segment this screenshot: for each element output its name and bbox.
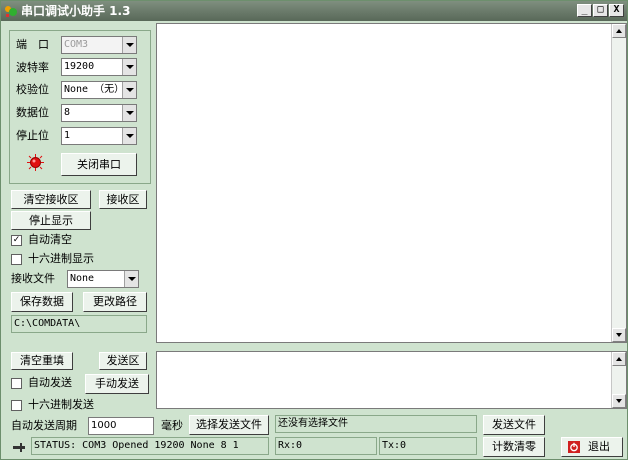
manual-send-button[interactable]: 手动发送 xyxy=(85,374,149,394)
app-icon xyxy=(5,6,17,17)
reset-count-button[interactable]: 计数清零 xyxy=(483,437,545,457)
exit-button[interactable]: 退出 xyxy=(561,437,623,457)
scroll-up-icon[interactable] xyxy=(612,24,626,38)
port-select-value: COM3 xyxy=(64,39,89,50)
close-button[interactable]: X xyxy=(609,4,624,17)
receive-area-label: 接收区 xyxy=(99,190,147,209)
rx-count: Rx:0 xyxy=(275,437,377,455)
status-text: STATUS: COM3 Opened 19200 None 8 1 xyxy=(31,437,269,455)
ms-label: 毫秒 xyxy=(161,419,183,432)
close-port-button[interactable]: 关闭串口 xyxy=(61,153,137,176)
exit-label: 退出 xyxy=(588,440,610,453)
minimize-button[interactable]: _ xyxy=(577,4,592,17)
parity-label: 校验位 xyxy=(16,83,49,96)
parity-select[interactable]: None （无） xyxy=(61,81,137,99)
hex-send-checkbox[interactable] xyxy=(11,400,22,411)
auto-clear-label: 自动清空 xyxy=(28,233,72,246)
stopbits-select-value: 1 xyxy=(64,130,71,141)
send-scrollbar[interactable] xyxy=(611,352,626,408)
port-select[interactable]: COM3 xyxy=(61,36,137,54)
tx-count: Tx:0 xyxy=(379,437,477,455)
hex-send-label: 十六进制发送 xyxy=(28,398,94,411)
pin-icon xyxy=(13,443,25,452)
databits-select-value: 8 xyxy=(64,107,71,118)
scroll-down-icon[interactable] xyxy=(612,328,626,342)
send-textarea[interactable] xyxy=(156,351,627,409)
port-label: 端 口 xyxy=(16,38,49,51)
choose-send-file-button[interactable]: 选择发送文件 xyxy=(189,415,269,435)
receive-scrollbar[interactable] xyxy=(611,24,626,342)
baud-label: 波特率 xyxy=(16,61,49,74)
scroll-down-icon[interactable] xyxy=(612,394,626,408)
parity-select-value: None （无） xyxy=(64,84,125,95)
send-area-label: 发送区 xyxy=(99,352,147,370)
chevron-down-icon[interactable] xyxy=(122,59,136,75)
databits-select[interactable]: 8 xyxy=(61,104,137,122)
chevron-down-icon[interactable] xyxy=(124,271,138,287)
app-window: 串口调试小助手 1.3 _ □ X 端 口 COM3 波特率 19200 校验位… xyxy=(0,0,628,460)
save-path-display: C:\COMDATA\ xyxy=(11,315,147,333)
receive-file-label: 接收文件 xyxy=(11,272,55,285)
clear-receive-button[interactable]: 清空接收区 xyxy=(11,190,91,209)
scroll-up-icon[interactable] xyxy=(612,352,626,366)
databits-label: 数据位 xyxy=(16,106,49,119)
send-period-label: 自动发送周期 xyxy=(11,419,77,432)
power-icon xyxy=(568,441,580,453)
send-file-status: 还没有选择文件 xyxy=(275,415,477,433)
auto-send-checkbox[interactable] xyxy=(11,378,22,389)
receive-file-select[interactable]: None xyxy=(67,270,139,288)
stopbits-select[interactable]: 1 xyxy=(61,127,137,145)
change-path-button[interactable]: 更改路径 xyxy=(83,292,147,312)
baud-select-value: 19200 xyxy=(64,61,95,72)
chevron-down-icon[interactable] xyxy=(122,105,136,121)
chevron-down-icon[interactable] xyxy=(122,37,136,53)
chevron-down-icon[interactable] xyxy=(122,128,136,144)
chevron-down-icon[interactable] xyxy=(122,82,136,98)
stop-display-button[interactable]: 停止显示 xyxy=(11,211,91,230)
maximize-button[interactable]: □ xyxy=(593,4,608,17)
hex-display-checkbox[interactable] xyxy=(11,254,22,265)
hex-display-label: 十六进制显示 xyxy=(28,252,94,265)
port-status-led-icon xyxy=(27,154,44,171)
auto-send-label: 自动发送 xyxy=(28,376,72,389)
baud-select[interactable]: 19200 xyxy=(61,58,137,76)
save-data-button[interactable]: 保存数据 xyxy=(11,292,73,312)
receive-file-select-value: None xyxy=(70,273,95,284)
send-period-input[interactable]: 1000 xyxy=(88,417,154,435)
window-title: 串口调试小助手 1.3 xyxy=(21,4,131,18)
receive-textarea[interactable] xyxy=(156,23,627,343)
send-file-button[interactable]: 发送文件 xyxy=(483,415,545,435)
title-bar[interactable]: 串口调试小助手 1.3 _ □ X xyxy=(1,1,627,21)
auto-clear-checkbox[interactable]: ✓ xyxy=(11,235,22,246)
stopbits-label: 停止位 xyxy=(16,129,49,142)
clear-send-button[interactable]: 清空重填 xyxy=(11,352,73,370)
